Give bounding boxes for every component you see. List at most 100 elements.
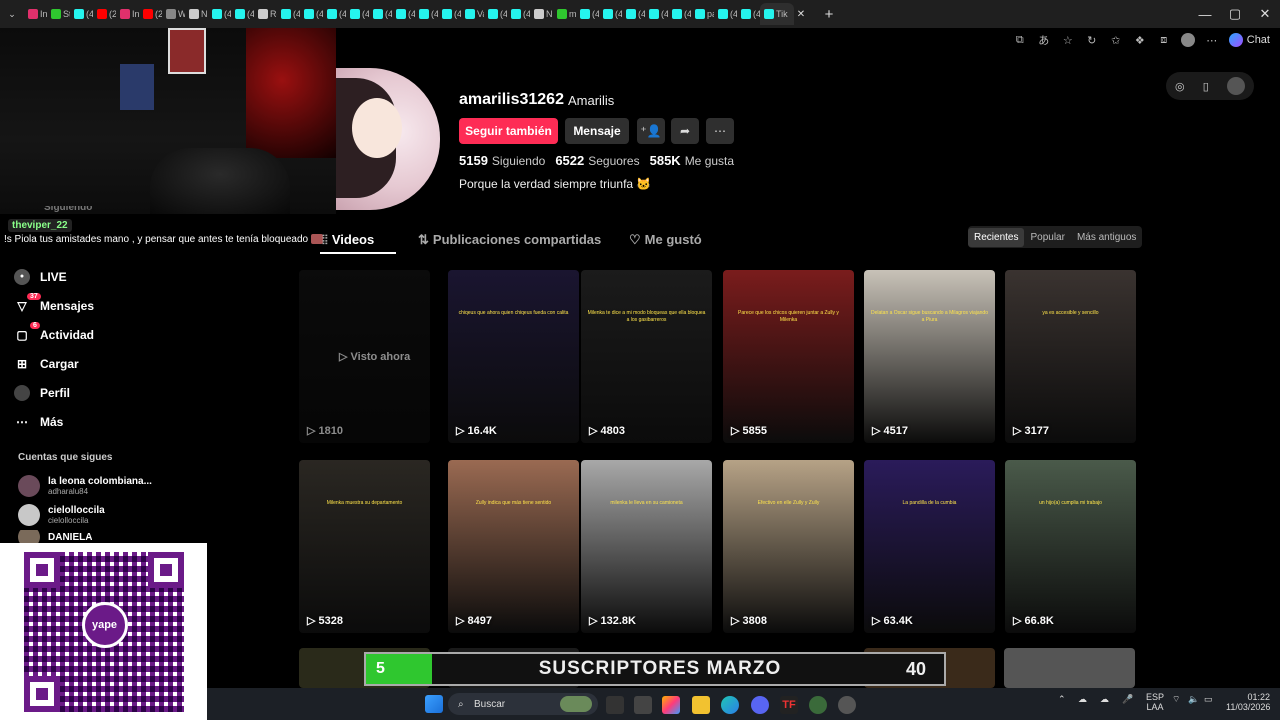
video-card[interactable]: La pandilla de la cumbia ▷ 63.4K: [864, 460, 995, 633]
sidebar-item-profile[interactable]: Perfil: [14, 378, 164, 407]
share-icon[interactable]: ➦: [671, 118, 699, 144]
following-account[interactable]: la leona colombiana... adharalu84: [18, 472, 152, 500]
video-card[interactable]: Milenka te dice a mi modo bloqueas que e…: [581, 270, 712, 443]
browser-tab[interactable]: (4: [369, 3, 392, 25]
browser-tab[interactable]: (4: [737, 3, 760, 25]
browser-tab[interactable]: (4: [231, 3, 254, 25]
browser-tab[interactable]: (4: [70, 3, 93, 25]
browser-tab[interactable]: Re: [254, 3, 277, 25]
sidebar-item-live[interactable]: ● LIVE: [14, 262, 164, 291]
collections-icon[interactable]: ⧈: [1157, 33, 1171, 47]
following-account[interactable]: DANIELA: [18, 530, 92, 544]
edge-icon[interactable]: [721, 696, 739, 714]
browser-tab[interactable]: Nu: [185, 3, 208, 25]
network-tray-icon[interactable]: ☁: [1078, 694, 1087, 705]
clock[interactable]: 01:22 11/03/2026: [1226, 692, 1270, 712]
maximize-button[interactable]: ▢: [1220, 0, 1250, 28]
browser-tab[interactable]: Ins: [116, 3, 139, 25]
copilot-chat-button[interactable]: Chat: [1228, 33, 1270, 47]
open-external-icon[interactable]: ⧉: [1013, 33, 1027, 47]
video-card-partial[interactable]: [1004, 648, 1135, 688]
mic-tray-icon[interactable]: 🎤: [1122, 694, 1133, 705]
device-icon[interactable]: ▯: [1203, 80, 1209, 93]
tray-chevron-icon[interactable]: ⌃: [1058, 694, 1066, 705]
browser-tab[interactable]: (4: [484, 3, 507, 25]
browser-tab[interactable]: (4: [300, 3, 323, 25]
minimize-button[interactable]: —: [1190, 0, 1220, 28]
widgets-icon[interactable]: [634, 696, 652, 714]
sort-oldest[interactable]: Más antiguos: [1071, 228, 1142, 247]
file-explorer-icon[interactable]: [692, 696, 710, 714]
language-indicator[interactable]: ESP LAA: [1146, 692, 1164, 712]
browser-tab[interactable]: (4: [645, 3, 668, 25]
browser-tab[interactable]: Va: [461, 3, 484, 25]
video-card[interactable]: Efectivo en elle Zully y Zully ▷ 3808: [723, 460, 854, 633]
video-card[interactable]: Zully indica que más tiene sentido ▷ 8497: [448, 460, 579, 633]
windows-start-icon[interactable]: [425, 695, 443, 713]
browser-tab[interactable]: (4: [438, 3, 461, 25]
browser-tab[interactable]: W: [162, 3, 185, 25]
browser-tab[interactable]: (4: [599, 3, 622, 25]
tab-shared-posts[interactable]: ⇅ Publicaciones compartidas: [418, 232, 601, 248]
browser-tab[interactable]: (4: [415, 3, 438, 25]
browser-tab[interactable]: (4: [622, 3, 645, 25]
browser-tab[interactable]: (4: [392, 3, 415, 25]
tab-actions-button[interactable]: ⌄: [0, 3, 24, 25]
translate-icon[interactable]: あ: [1037, 33, 1051, 47]
browser-tab[interactable]: (4: [714, 3, 737, 25]
browser-tab[interactable]: pa: [691, 3, 714, 25]
video-card[interactable]: ya es accesible y sencillo ▷ 3177: [1005, 270, 1136, 443]
copilot-taskbar-icon[interactable]: [662, 696, 680, 714]
following-stat[interactable]: 5159 Siguiendo: [459, 153, 545, 168]
obs-icon[interactable]: [838, 696, 856, 714]
browser-tab[interactable]: (4: [346, 3, 369, 25]
volume-icon[interactable]: 🔈: [1188, 694, 1199, 705]
browser-tab[interactable]: (2: [93, 3, 116, 25]
browser-tab[interactable]: Tik: [760, 3, 794, 25]
tab-videos[interactable]: ⦙⦙ Videos: [322, 232, 374, 248]
close-window-button[interactable]: ✕: [1250, 0, 1280, 28]
video-card[interactable]: Parece que los chicos quieren juntar a Z…: [723, 270, 854, 443]
browser-tab[interactable]: (2: [139, 3, 162, 25]
video-card[interactable]: ▷ Visto ahora ▷ 1810: [299, 270, 430, 443]
discord-icon[interactable]: [751, 696, 769, 714]
video-card[interactable]: un hijo(a) cumplia mi trabajo ▷ 66.8K: [1005, 460, 1136, 633]
sidebar-item-messages[interactable]: ▽ 37 Mensajes: [14, 291, 164, 320]
sidebar-item-more[interactable]: ⋯ Más: [14, 407, 164, 436]
account-avatar-icon[interactable]: [1180, 33, 1195, 47]
video-card[interactable]: chiqeus que ahora quien chiqeus fueda co…: [448, 270, 579, 443]
xbox-icon[interactable]: [809, 696, 827, 714]
browser-tab[interactable]: (4: [507, 3, 530, 25]
sidebar-item-upload[interactable]: ⊞ Cargar: [14, 349, 164, 378]
new-tab-button[interactable]: +: [814, 6, 844, 23]
browser-tab[interactable]: Nu: [530, 3, 553, 25]
extensions-icon[interactable]: ❖: [1133, 33, 1147, 47]
sort-popular[interactable]: Popular: [1024, 228, 1070, 247]
favorite-star-icon[interactable]: ☆: [1061, 33, 1075, 47]
task-view-icon[interactable]: [606, 696, 624, 714]
followers-stat[interactable]: 6522 Seguores: [555, 153, 639, 168]
wifi-icon[interactable]: ⌔: [1172, 694, 1180, 705]
video-card[interactable]: milenka le lleva en su camioneta ▷ 132.8K: [581, 460, 712, 633]
follow-back-button[interactable]: Seguir también: [459, 118, 558, 144]
cloud-tray-icon[interactable]: ☁: [1100, 694, 1109, 705]
browser-tab[interactable]: m: [553, 3, 576, 25]
sidebar-item-activity[interactable]: ▢ 6 Actividad: [14, 320, 164, 349]
video-card[interactable]: Milenka muestra su departamento ▷ 5328: [299, 460, 430, 633]
coins-icon[interactable]: ◎: [1175, 80, 1185, 93]
taskbar-search[interactable]: ⌕ Buscar: [448, 693, 598, 715]
tiktok-studio-icon[interactable]: TF: [780, 696, 798, 714]
settings-menu-icon[interactable]: ⋯: [1205, 33, 1219, 47]
add-friend-icon[interactable]: ⁺👤: [637, 118, 665, 144]
browser-tab[interactable]: (4: [668, 3, 691, 25]
battery-icon[interactable]: ▭: [1204, 694, 1213, 705]
browser-tab[interactable]: (4: [277, 3, 300, 25]
user-avatar-icon[interactable]: [1226, 77, 1245, 95]
following-account[interactable]: cielolloccila cielolloccila: [18, 501, 105, 529]
browser-tab[interactable]: Inst: [24, 3, 47, 25]
browser-tab[interactable]: St: [47, 3, 70, 25]
close-tab-icon[interactable]: ✕: [794, 9, 808, 20]
refresh-icon[interactable]: ↻: [1085, 33, 1099, 47]
favorites-icon[interactable]: ✩: [1109, 33, 1123, 47]
browser-tab[interactable]: (4: [576, 3, 599, 25]
